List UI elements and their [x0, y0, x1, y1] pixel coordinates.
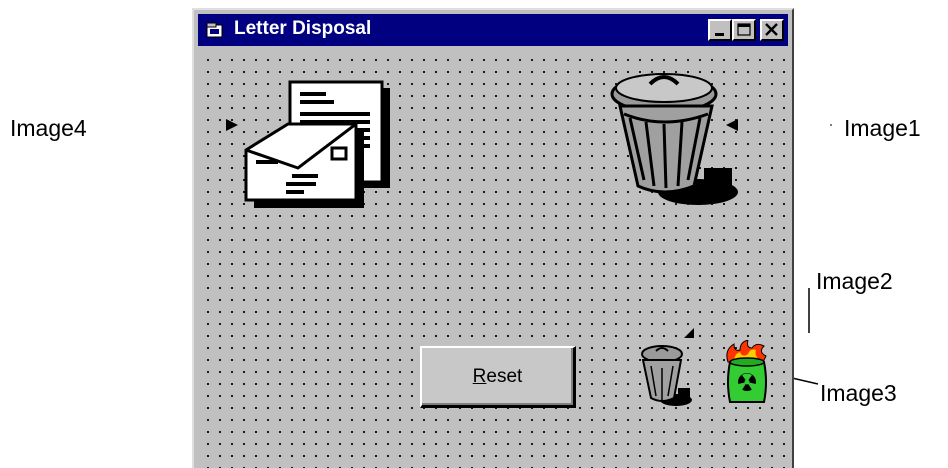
reset-button[interactable]: Reset [420, 346, 576, 408]
reset-button-accelerator: R [472, 365, 487, 387]
callout-image1: Image1 [844, 115, 921, 141]
minimize-icon [715, 33, 724, 36]
close-icon [765, 23, 778, 36]
image3-burning-barrel-icon[interactable] [722, 340, 772, 406]
image1-trash-can-icon[interactable] [608, 66, 738, 206]
image2-pointer-icon [684, 328, 694, 338]
image4-letter-envelope-icon[interactable] [240, 78, 390, 208]
maximize-button[interactable] [732, 19, 756, 41]
reset-button-label: eset [486, 365, 523, 387]
maximize-icon [737, 23, 751, 36]
image4-pointer-icon [226, 119, 238, 131]
image2-small-trash-can-icon[interactable] [638, 342, 694, 408]
close-button[interactable] [760, 19, 784, 41]
window-title: Letter Disposal [234, 18, 372, 39]
callout-image3: Image3 [820, 380, 897, 406]
minimize-button[interactable] [708, 19, 732, 41]
callout-image4: Image4 [10, 115, 87, 141]
callout-image2: Image2 [816, 268, 893, 294]
form-icon [206, 22, 223, 38]
title-bar[interactable]: Letter Disposal [198, 14, 788, 46]
